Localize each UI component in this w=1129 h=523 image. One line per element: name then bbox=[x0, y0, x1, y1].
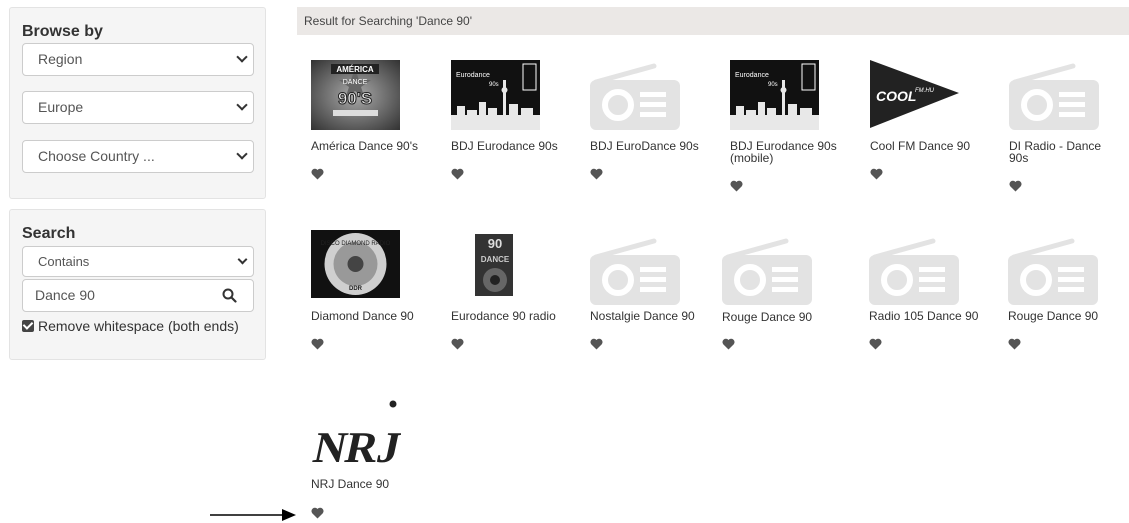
region-select[interactable]: Europe bbox=[22, 91, 254, 124]
bdj-eurodance-logo[interactable]: Eurodance 90s bbox=[730, 60, 820, 130]
search-icon[interactable] bbox=[222, 288, 237, 303]
region-value: Europe bbox=[38, 99, 84, 115]
chevron-down-icon bbox=[236, 99, 248, 111]
station-name[interactable]: Cool FM Dance 90 bbox=[870, 140, 995, 152]
browse-title: Browse by bbox=[22, 23, 103, 40]
search-mode-select[interactable]: Contains bbox=[22, 246, 254, 277]
heart-icon[interactable] bbox=[1009, 180, 1022, 192]
search-query: Dance 90 bbox=[35, 287, 95, 303]
chevron-down-icon bbox=[237, 254, 248, 265]
heart-icon[interactable] bbox=[311, 168, 324, 180]
america-text-3: 90'S bbox=[338, 89, 372, 108]
search-input[interactable]: Dance 90 bbox=[22, 279, 254, 312]
whitespace-option[interactable]: Remove whitespace (both ends) bbox=[22, 318, 239, 334]
heart-icon[interactable] bbox=[451, 168, 464, 180]
eurodance-radio-logo[interactable]: 90 DANCE bbox=[451, 230, 541, 300]
heart-icon[interactable] bbox=[1008, 338, 1021, 350]
pointer-arrow-icon bbox=[210, 509, 296, 521]
station-name[interactable]: Nostalgie Dance 90 bbox=[590, 310, 715, 322]
station-name[interactable]: Radio 105 Dance 90 bbox=[869, 310, 994, 322]
station-name[interactable]: Eurodance 90 radio bbox=[451, 310, 576, 322]
station-name[interactable]: Rouge Dance 90 bbox=[722, 311, 847, 323]
eurodance-dance-text: DANCE bbox=[481, 255, 510, 264]
america-text-1: AMÉRICA bbox=[336, 65, 374, 74]
station-name[interactable]: Diamond Dance 90 bbox=[311, 310, 436, 322]
bdj-eurodance-logo[interactable]: Eurodance 90s bbox=[451, 60, 541, 130]
chevron-down-icon bbox=[236, 51, 248, 63]
browse-panel: Browse by Region Europe Choose Country .… bbox=[9, 7, 266, 199]
heart-icon[interactable] bbox=[869, 338, 882, 350]
america-text-2: DANCE bbox=[343, 79, 368, 86]
whitespace-checkbox[interactable] bbox=[22, 320, 34, 332]
coolfm-text: COOL bbox=[876, 88, 916, 104]
heart-icon[interactable] bbox=[590, 338, 603, 350]
radio-placeholder-icon[interactable] bbox=[722, 235, 812, 305]
station-name[interactable]: BDJ Eurodance 90s (mobile) bbox=[730, 140, 855, 164]
coolfm-sup-text: FM.HU bbox=[915, 88, 935, 94]
station-name[interactable]: BDJ EuroDance 90s bbox=[590, 140, 715, 152]
diamond-text: DISCO DIAMOND RADIO bbox=[321, 241, 391, 247]
bdj-small-text: Eurodance bbox=[456, 72, 490, 79]
country-select[interactable]: Choose Country ... bbox=[22, 140, 254, 173]
search-title: Search bbox=[22, 225, 76, 242]
heart-icon[interactable] bbox=[722, 338, 735, 350]
browse-type-select[interactable]: Region bbox=[22, 43, 254, 76]
browse-type-value: Region bbox=[38, 51, 83, 67]
radio-placeholder-icon[interactable] bbox=[869, 235, 959, 305]
bdj-small-text: Eurodance bbox=[735, 72, 769, 79]
station-name[interactable]: BDJ Eurodance 90s bbox=[451, 140, 576, 152]
heart-icon[interactable] bbox=[311, 338, 324, 350]
station-name[interactable]: NRJ Dance 90 bbox=[311, 478, 436, 490]
whitespace-label: Remove whitespace (both ends) bbox=[38, 318, 239, 334]
nrj-logo[interactable]: NRJ bbox=[309, 398, 405, 472]
heart-icon[interactable] bbox=[590, 168, 603, 180]
heart-icon[interactable] bbox=[730, 180, 743, 192]
diamond-logo[interactable]: DISCO DIAMOND RADIO DDR bbox=[311, 230, 401, 300]
radio-placeholder-icon[interactable] bbox=[1008, 235, 1098, 305]
heart-icon[interactable] bbox=[311, 507, 324, 519]
diamond-bottom-text: DDR bbox=[349, 286, 363, 292]
bdj-small-text-2: 90s bbox=[768, 82, 778, 88]
search-panel: Search Contains Dance 90 Remove whitespa… bbox=[9, 209, 266, 360]
heart-icon[interactable] bbox=[870, 168, 883, 180]
station-name[interactable]: América Dance 90's bbox=[311, 140, 436, 152]
station-name[interactable]: Rouge Dance 90 bbox=[1008, 310, 1123, 322]
radio-placeholder-icon[interactable] bbox=[590, 60, 680, 130]
search-mode-value: Contains bbox=[38, 254, 90, 269]
country-value: Choose Country ... bbox=[38, 148, 155, 164]
station-name[interactable]: DI Radio - Dance 90s bbox=[1009, 140, 1109, 164]
eurodance-90-text: 90 bbox=[488, 236, 502, 251]
results-header: Result for Searching 'Dance 90' bbox=[297, 7, 1129, 35]
radio-placeholder-icon[interactable] bbox=[590, 235, 680, 305]
coolfm-logo[interactable]: COOL FM.HU bbox=[870, 60, 960, 130]
heart-icon[interactable] bbox=[451, 338, 464, 350]
radio-placeholder-icon[interactable] bbox=[1009, 60, 1099, 130]
bdj-small-text-2: 90s bbox=[489, 82, 499, 88]
nrj-text: NRJ bbox=[311, 422, 401, 468]
chevron-down-icon bbox=[236, 148, 248, 160]
america-dance-logo[interactable]: AMÉRICA DANCE 90'S bbox=[311, 60, 401, 130]
